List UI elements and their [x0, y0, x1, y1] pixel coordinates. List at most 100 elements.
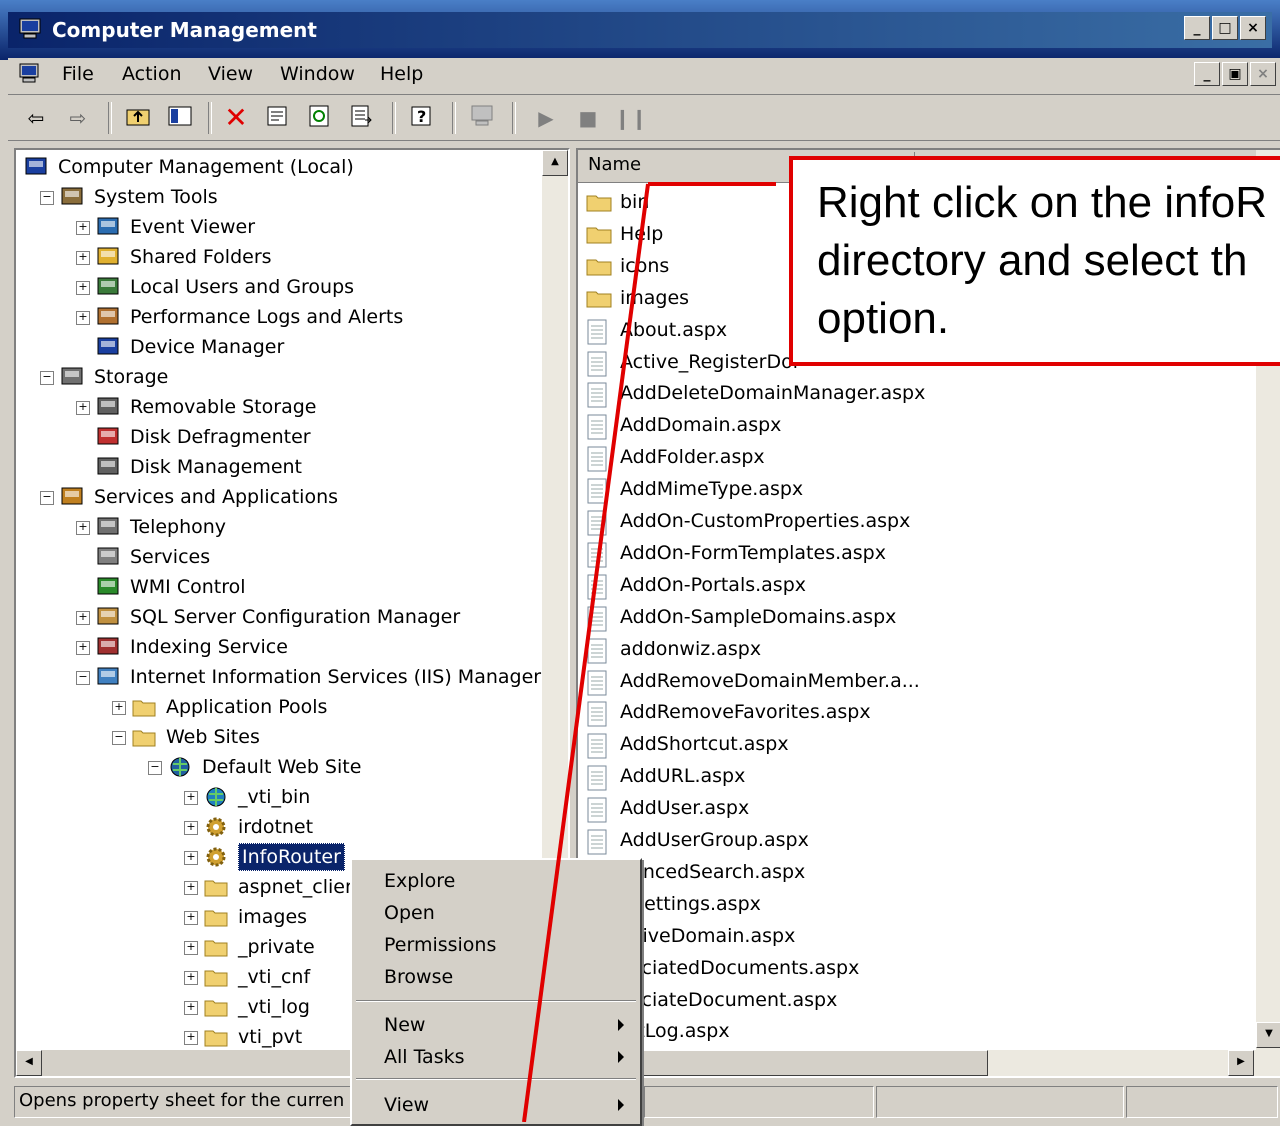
tree-item[interactable]: + Performance Logs and Alerts — [16, 302, 536, 332]
tree-item[interactable]: − Default Web Site — [16, 752, 536, 782]
mdi-computer-icon[interactable] — [18, 62, 42, 86]
play-icon[interactable]: ▶ — [532, 104, 560, 132]
show-hide-tree-icon[interactable] — [166, 104, 194, 132]
expand-toggle[interactable]: + — [184, 851, 198, 865]
list-horizontal-scrollbar[interactable]: ▶ — [578, 1050, 1280, 1076]
back-arrow-icon[interactable]: ⇦ — [22, 104, 50, 132]
scroll-thumb[interactable] — [582, 1050, 988, 1076]
expand-toggle[interactable]: + — [184, 821, 198, 835]
computer-icon[interactable] — [468, 104, 496, 132]
context-menu-item-all-tasks[interactable]: All Tasks — [384, 1042, 634, 1072]
tree-item[interactable]: + SQL Server Configuration Manager — [16, 602, 536, 632]
expand-toggle[interactable]: + — [184, 1001, 198, 1015]
context-menu-item-view[interactable]: View — [384, 1090, 634, 1120]
tree-item[interactable]: Services — [16, 542, 536, 572]
expand-toggle[interactable]: + — [76, 281, 90, 295]
collapse-toggle[interactable]: − — [40, 491, 54, 505]
maximize-button[interactable]: □ — [1212, 16, 1238, 40]
context-menu-item-browse[interactable]: Browse — [384, 962, 634, 992]
expand-toggle[interactable]: + — [76, 641, 90, 655]
collapse-toggle[interactable]: − — [112, 731, 126, 745]
mdi-close-button[interactable]: × — [1250, 62, 1276, 86]
tree-item[interactable]: Computer Management (Local) — [16, 152, 536, 182]
list-item[interactable]: AddDeleteDomainManager.aspx — [586, 377, 1226, 409]
tree-item[interactable]: + Event Viewer — [16, 212, 536, 242]
expand-toggle[interactable]: + — [76, 611, 90, 625]
forward-arrow-icon[interactable]: ⇨ — [64, 104, 92, 132]
delete-icon[interactable]: ✕ — [222, 104, 250, 132]
tree-item[interactable]: + Removable Storage — [16, 392, 536, 422]
expand-toggle[interactable]: + — [76, 401, 90, 415]
column-name[interactable]: Name — [588, 154, 641, 175]
list-item[interactable]: AddMimeType.aspx — [586, 473, 1226, 505]
list-item[interactable]: sociateDocument.aspx — [586, 984, 1226, 1016]
menu-help[interactable]: Help — [380, 63, 423, 85]
expand-toggle[interactable]: + — [184, 911, 198, 925]
collapse-toggle[interactable]: − — [148, 761, 162, 775]
list-item[interactable]: vancedSearch.aspx — [586, 856, 1226, 888]
tree-item[interactable]: + Local Users and Groups — [16, 272, 536, 302]
list-item[interactable]: addonwiz.aspx — [586, 633, 1226, 665]
expand-toggle[interactable]: + — [76, 521, 90, 535]
tree-item[interactable]: − System Tools — [16, 182, 536, 212]
expand-toggle[interactable]: + — [184, 791, 198, 805]
list-item[interactable]: pSettings.aspx — [586, 888, 1226, 920]
scroll-up-button[interactable]: ▲ — [542, 150, 568, 176]
list-item[interactable]: AddShortcut.aspx — [586, 728, 1226, 760]
expand-toggle[interactable]: + — [76, 251, 90, 265]
tree-item[interactable]: + irdotnet — [16, 812, 536, 842]
expand-toggle[interactable]: + — [112, 701, 126, 715]
pause-icon[interactable]: ❙❙ — [614, 104, 648, 132]
tree-item[interactable]: + _vti_bin — [16, 782, 536, 812]
list-item[interactable]: AddRemoveFavorites.aspx — [586, 696, 1226, 728]
context-menu-item-explore[interactable]: Explore — [384, 866, 634, 896]
mdi-minimize-button[interactable]: _ — [1194, 62, 1220, 86]
menu-file[interactable]: File — [62, 63, 94, 85]
scroll-left-button[interactable]: ◀ — [16, 1050, 42, 1076]
tree-item[interactable]: + Shared Folders — [16, 242, 536, 272]
tree-item[interactable]: − Storage — [16, 362, 536, 392]
scroll-right-button[interactable]: ▶ — [1228, 1050, 1254, 1076]
expand-toggle[interactable]: + — [184, 971, 198, 985]
minimize-button[interactable]: _ — [1184, 16, 1210, 40]
list-item[interactable]: AddUser.aspx — [586, 792, 1226, 824]
tree-item[interactable]: − Web Sites — [16, 722, 536, 752]
tree-item[interactable]: Disk Management — [16, 452, 536, 482]
list-item[interactable]: ditLog.aspx — [586, 1015, 1226, 1047]
list-item[interactable]: AddOn-SampleDomains.aspx — [586, 601, 1226, 633]
expand-toggle[interactable]: + — [184, 881, 198, 895]
expand-toggle[interactable]: + — [184, 1031, 198, 1045]
expand-toggle[interactable]: + — [184, 941, 198, 955]
list-item[interactable]: AddFolder.aspx — [586, 441, 1226, 473]
tree-item[interactable]: + Indexing Service — [16, 632, 536, 662]
tree-item[interactable]: − Internet Information Services (IIS) Man… — [16, 662, 541, 692]
tree-item[interactable]: + Telephony — [16, 512, 536, 542]
help-icon[interactable]: ? — [408, 104, 436, 132]
collapse-toggle[interactable]: − — [40, 371, 54, 385]
tree-item[interactable]: + Application Pools — [16, 692, 536, 722]
list-item[interactable]: AddOn-FormTemplates.aspx — [586, 537, 1226, 569]
list-item[interactable]: AddUserGroup.aspx — [586, 824, 1226, 856]
collapse-toggle[interactable]: − — [40, 191, 54, 205]
collapse-toggle[interactable]: − — [76, 671, 90, 685]
list-item[interactable]: AddOn-Portals.aspx — [586, 569, 1226, 601]
up-folder-icon[interactable] — [124, 104, 152, 132]
export-list-icon[interactable] — [348, 104, 376, 132]
menu-action[interactable]: Action — [122, 63, 182, 85]
properties-icon[interactable] — [264, 104, 292, 132]
list-item[interactable]: AddOn-CustomProperties.aspx — [586, 505, 1226, 537]
context-menu-item-open[interactable]: Open — [384, 898, 634, 928]
list-item[interactable]: chiveDomain.aspx — [586, 920, 1226, 952]
menu-window[interactable]: Window — [280, 63, 355, 85]
close-button[interactable]: × — [1240, 16, 1266, 40]
menu-view[interactable]: View — [208, 63, 253, 85]
expand-toggle[interactable]: + — [76, 311, 90, 325]
expand-toggle[interactable]: + — [76, 221, 90, 235]
context-menu-item-permissions[interactable]: Permissions — [384, 930, 634, 960]
list-item[interactable]: AddDomain.aspx — [586, 409, 1226, 441]
refresh-icon[interactable] — [306, 104, 334, 132]
list-item[interactable]: sociatedDocuments.aspx — [586, 952, 1226, 984]
tree-item[interactable]: Disk Defragmenter — [16, 422, 536, 452]
tree-item[interactable]: Device Manager — [16, 332, 536, 362]
tree-item[interactable]: WMI Control — [16, 572, 536, 602]
